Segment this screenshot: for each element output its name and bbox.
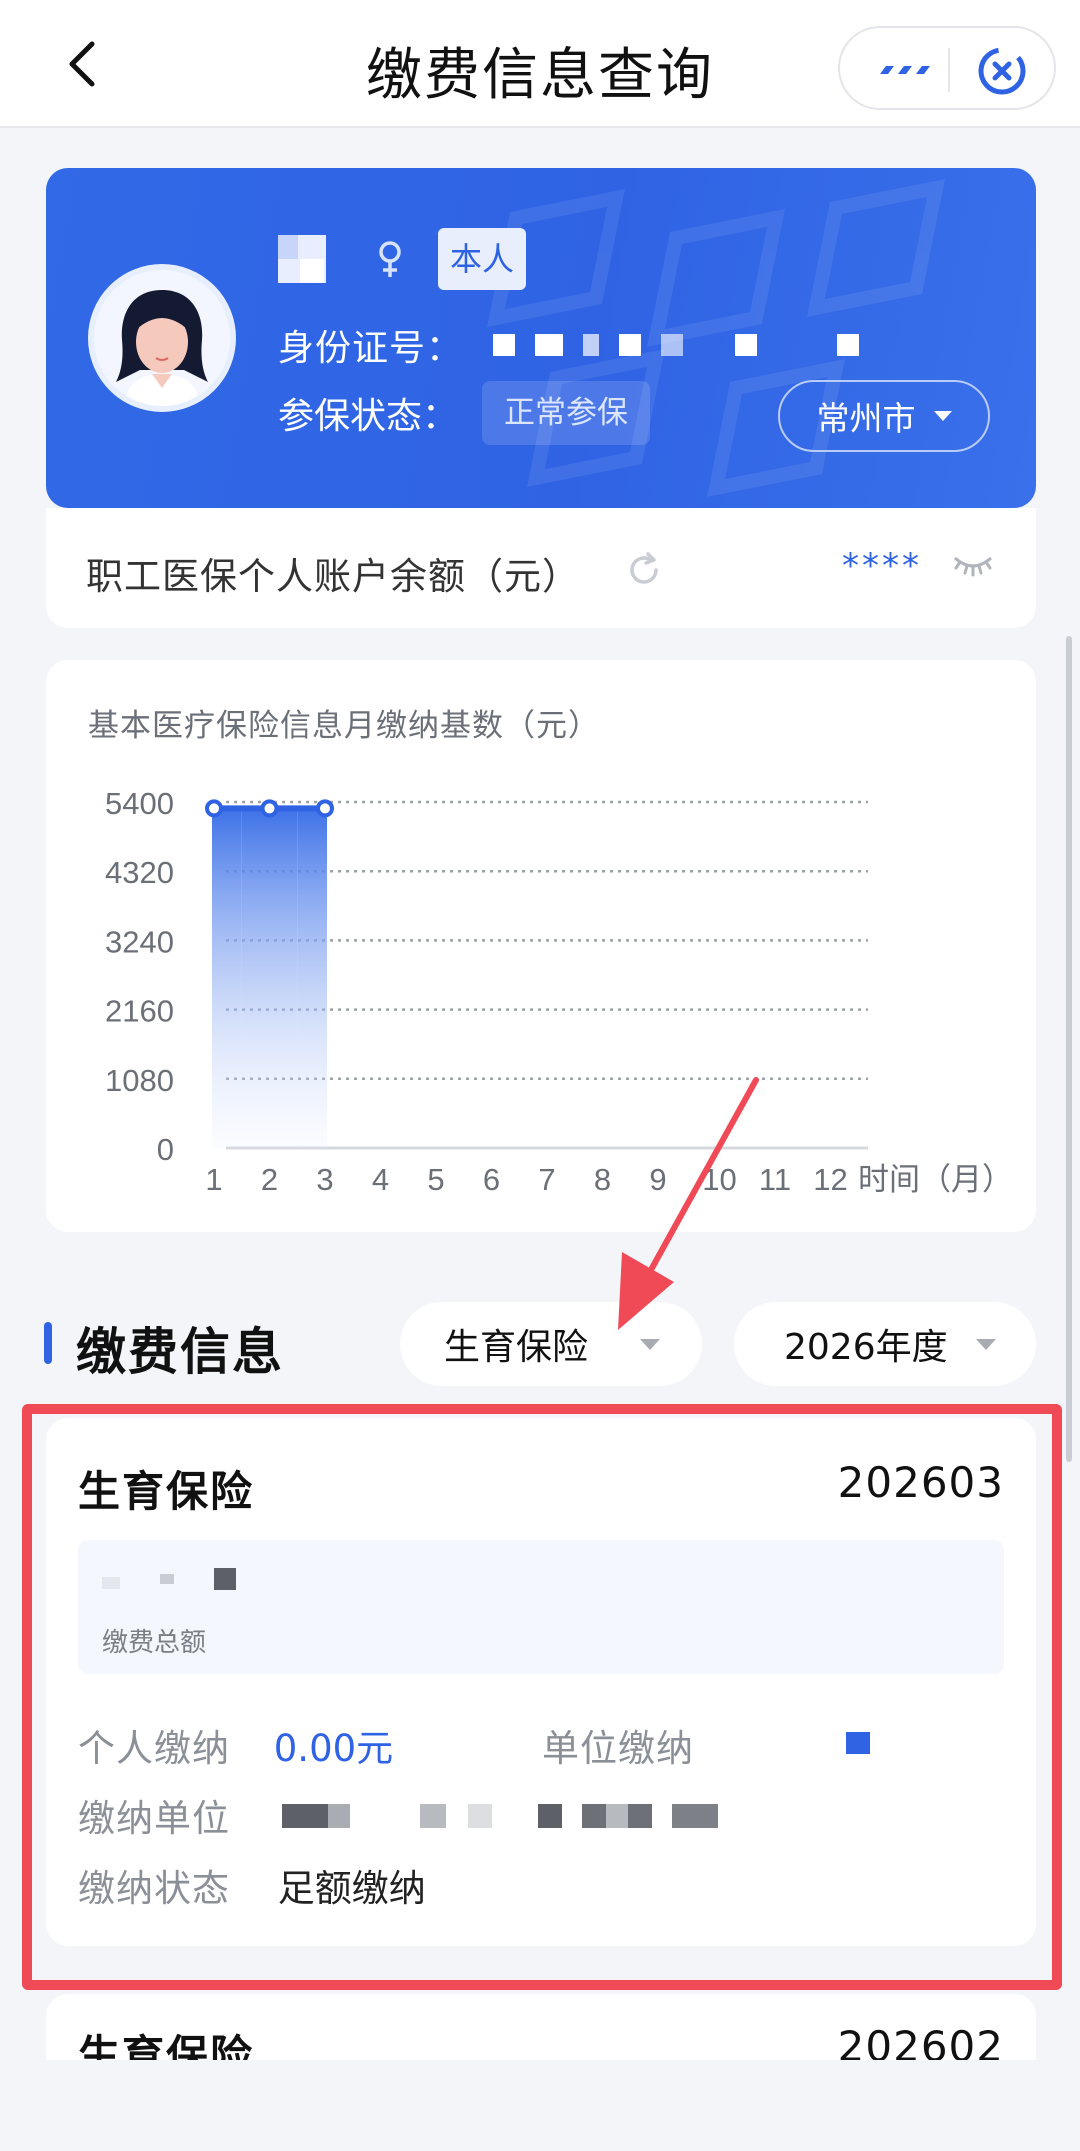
bar-month-1[interactable] <box>212 808 242 1148</box>
x-tick-label: 5 <box>427 1162 444 1197</box>
x-axis-label: 时间（月） <box>858 1162 1013 1197</box>
close-circle-icon <box>978 47 1026 95</box>
capsule-divider <box>948 48 950 92</box>
y-tick-label: 1080 <box>105 1063 174 1098</box>
x-tick-label: 6 <box>483 1162 500 1197</box>
x-tick-label: 11 <box>759 1162 791 1197</box>
account-balance-row: 职工医保个人账户余额（元） **** <box>46 508 1036 628</box>
year-dropdown[interactable]: 2026年度 <box>734 1302 1036 1386</box>
insurance-type-dropdown[interactable]: 生育保险 <box>400 1302 702 1386</box>
avatar <box>88 264 236 412</box>
x-tick-label: 2 <box>261 1162 278 1197</box>
x-tick-label: 4 <box>372 1162 389 1197</box>
status-badge: 正常参保 <box>482 381 651 445</box>
masked-id-number <box>493 334 860 356</box>
caret-down-icon <box>933 411 952 421</box>
bar-month-2[interactable] <box>241 808 298 1148</box>
x-tick-label: 8 <box>594 1162 611 1197</box>
x-tick-label: 7 <box>538 1162 555 1197</box>
highlight-box <box>22 1404 1062 1990</box>
close-button[interactable] <box>976 45 1028 97</box>
x-tick-label: 9 <box>649 1162 666 1197</box>
mini-program-capsule <box>838 26 1056 110</box>
y-tick-label: 3240 <box>105 924 174 959</box>
name-row: 本人 <box>278 226 527 292</box>
more-dots-icon <box>880 66 930 74</box>
female-avatar-illustration <box>94 270 230 406</box>
bottom-safe-area <box>0 2060 1080 2151</box>
caret-down-icon <box>640 1339 660 1350</box>
insurance-status-row: 参保状态： 正常参保 <box>278 381 651 445</box>
id-number-row: 身份证号： <box>278 316 860 374</box>
refresh-icon[interactable] <box>624 550 664 590</box>
bar-month-3[interactable] <box>297 808 327 1148</box>
city-selector[interactable]: 常州市 <box>778 380 990 452</box>
data-point-month-3[interactable] <box>316 799 334 818</box>
data-point-month-1[interactable] <box>205 799 223 818</box>
data-point-month-2[interactable] <box>260 799 279 818</box>
x-tick-label: 1 <box>205 1162 222 1197</box>
masked-name <box>278 235 326 283</box>
section-title: 缴费信息 <box>76 1323 284 1381</box>
eye-closed-icon[interactable] <box>952 550 994 580</box>
insurance-type-value: 生育保险 <box>444 1327 589 1368</box>
balance-label: 职工医保个人账户余额（元） <box>86 555 580 598</box>
caret-down-icon <box>976 1339 996 1350</box>
x-tick-label: 10 <box>702 1162 736 1197</box>
contribution-base-chart: 基本医疗保险信息月缴纳基数（元） 0 1080 2160 3240 4320 5400 1… <box>46 660 1036 1232</box>
id-label: 身份证号： <box>278 328 464 369</box>
y-tick-label: 4320 <box>105 855 174 890</box>
section-accent-bar <box>44 1322 52 1364</box>
city-label: 常州市 <box>816 399 916 438</box>
chart-canvas: 010802160324043205400 1 2 3 4 5 6 7 8 9 10 11 12 时间… <box>105 786 1013 1197</box>
top-nav-bar: 缴费信息查询 <box>0 0 1080 128</box>
payment-info-section-header: 缴费信息 生育保险 2026年度 <box>0 1298 1080 1388</box>
status-label: 参保状态： <box>278 396 459 437</box>
female-icon <box>379 241 401 277</box>
more-button[interactable] <box>870 48 942 92</box>
year-value: 2026年度 <box>784 1327 948 1368</box>
x-tick-label: 3 <box>316 1162 333 1197</box>
y-tick-label: 5400 <box>105 786 174 821</box>
x-tick-label: 12 <box>813 1162 847 1197</box>
balance-masked-value: **** <box>842 546 922 586</box>
y-tick-label: 2160 <box>105 994 174 1029</box>
relation-badge: 本人 <box>438 228 527 290</box>
y-tick-label: 0 <box>157 1132 174 1167</box>
profile-card: 本人 身份证号： 参保状态： 正常参保 常州市 <box>46 168 1036 508</box>
